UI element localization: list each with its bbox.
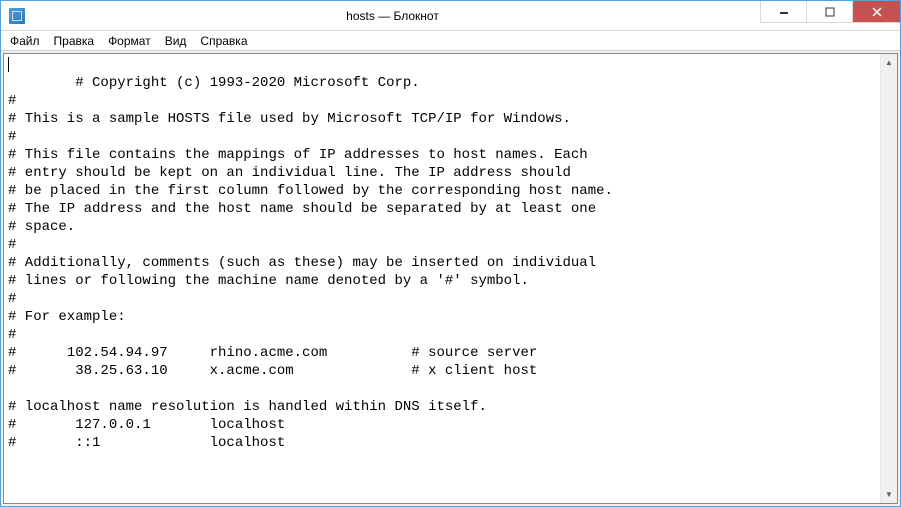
window-title: hosts — Блокнот [25,9,760,23]
minimize-button[interactable] [760,1,806,23]
close-button[interactable] [852,1,900,23]
maximize-button[interactable] [806,1,852,23]
editor-container: # Copyright (c) 1993-2020 Microsoft Corp… [1,51,900,506]
scroll-up-button[interactable]: ▲ [881,54,897,71]
text-caret [8,57,9,72]
close-icon [872,7,882,17]
window-controls [760,1,900,30]
menu-help[interactable]: Справка [193,32,254,50]
menu-format[interactable]: Формат [101,32,158,50]
menubar: Файл Правка Формат Вид Справка [1,31,900,51]
chevron-up-icon: ▲ [885,58,893,67]
menu-edit[interactable]: Правка [47,32,102,50]
scrollbar-track[interactable] [881,71,897,486]
titlebar[interactable]: hosts — Блокнот [1,1,900,31]
notepad-window: hosts — Блокнот Файл Правка Формат Вид С… [0,0,901,507]
maximize-icon [825,7,835,17]
app-icon [9,8,25,24]
editor-text: # Copyright (c) 1993-2020 Microsoft Corp… [8,75,613,451]
menu-file[interactable]: Файл [3,32,47,50]
scroll-down-button[interactable]: ▼ [881,486,897,503]
minimize-icon [779,7,789,17]
menu-view[interactable]: Вид [158,32,194,50]
editor-border: # Copyright (c) 1993-2020 Microsoft Corp… [3,53,898,504]
chevron-down-icon: ▼ [885,490,893,499]
text-editor[interactable]: # Copyright (c) 1993-2020 Microsoft Corp… [4,54,880,503]
vertical-scrollbar[interactable]: ▲ ▼ [880,54,897,503]
